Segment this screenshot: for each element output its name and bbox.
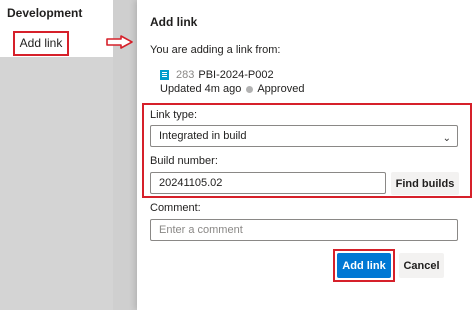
chevron-down-icon: ⌄	[442, 133, 451, 144]
work-item-meta: Updated 4m ago Approved	[160, 83, 304, 95]
comment-input[interactable]: Enter a comment	[150, 219, 458, 241]
link-type-label: Link type:	[150, 109, 198, 121]
comment-label: Comment:	[150, 202, 201, 214]
development-title: Development	[7, 6, 83, 20]
dialog-title: Add link	[150, 15, 198, 29]
build-number-label: Build number:	[150, 155, 218, 167]
link-type-value: Integrated in build	[159, 130, 247, 142]
build-number-input[interactable]: 20241105.02	[150, 172, 386, 194]
add-link-dialog: Add link You are adding a link from: 283…	[137, 0, 474, 310]
status-dot-icon	[246, 85, 254, 93]
work-item-id: 283	[176, 69, 195, 81]
development-section: Development Add link	[0, 0, 113, 57]
annotation-arrow-icon	[106, 35, 133, 49]
source-intro-text: You are adding a link from:	[150, 44, 281, 56]
work-item-updated: Updated 4m ago	[160, 83, 242, 95]
work-item-icon	[160, 70, 169, 80]
cancel-button[interactable]: Cancel	[399, 253, 444, 278]
work-item-status: Approved	[257, 83, 305, 95]
link-type-dropdown[interactable]: Integrated in build ⌄	[150, 125, 458, 147]
add-link-button[interactable]: Add link	[337, 253, 391, 278]
find-builds-button[interactable]: Find builds	[391, 172, 459, 195]
work-item-row[interactable]: 283 PBI-2024-P002	[160, 69, 274, 81]
work-item-title[interactable]: PBI-2024-P002	[198, 69, 273, 81]
add-link-side-button[interactable]: Add link	[13, 31, 69, 56]
